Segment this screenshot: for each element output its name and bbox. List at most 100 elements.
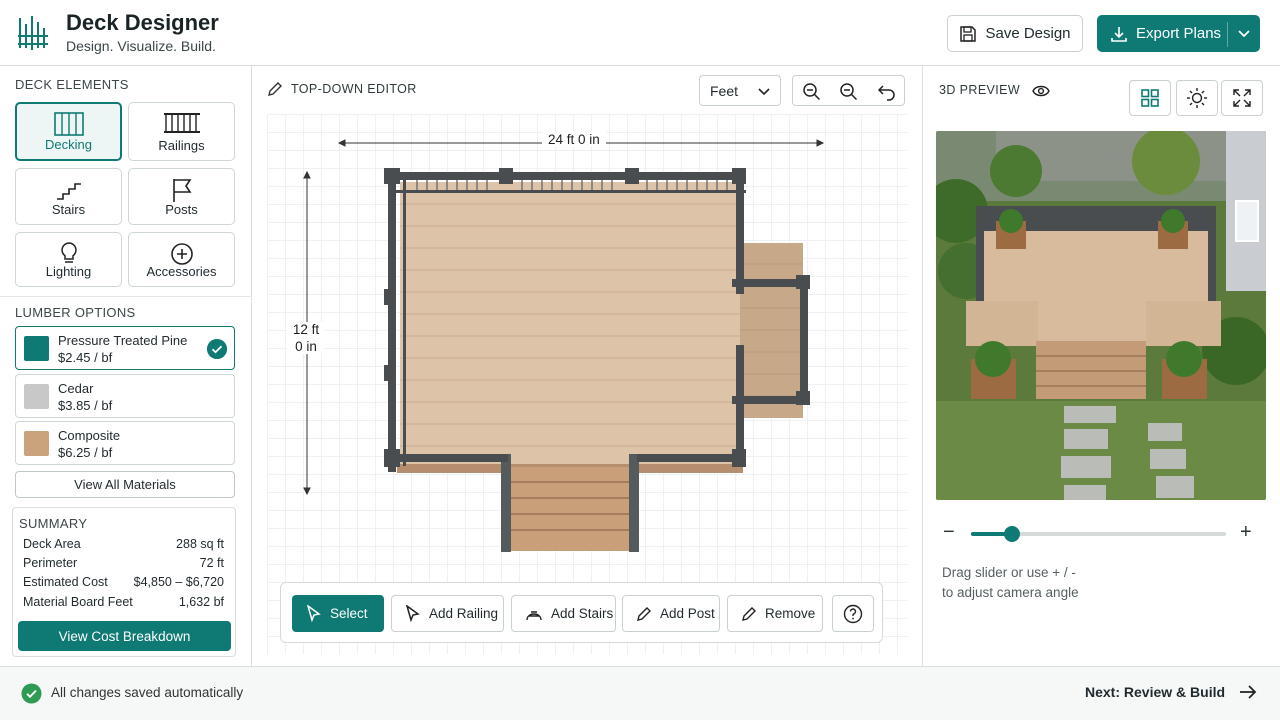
pencil-icon xyxy=(742,606,756,621)
deck-plan xyxy=(303,139,825,552)
select-tool-button[interactable]: Select xyxy=(292,595,384,632)
slider-thumb[interactable] xyxy=(1003,526,1020,542)
height-dimension-label: 12 ft 0 in xyxy=(287,322,325,354)
lightbulb-icon xyxy=(60,242,77,263)
help-icon xyxy=(843,604,863,623)
eye-icon xyxy=(1032,85,1050,96)
lighting-toggle-button[interactable] xyxy=(1176,80,1218,116)
hint-line: Drag slider or use + / - xyxy=(942,565,1076,580)
status-bar: All changes saved automatically Next: Re… xyxy=(0,666,1280,720)
grid-view-button[interactable] xyxy=(1129,80,1171,116)
export-plans-label: Export Plans xyxy=(1136,25,1222,42)
next-review-build-button[interactable]: Next: Review & Build xyxy=(1085,684,1257,700)
height-label-ft: 12 ft xyxy=(292,322,320,337)
unit-select[interactable]: Feet xyxy=(699,75,781,106)
design-canvas[interactable] xyxy=(267,114,907,654)
summary-row: Estimated Cost $4,850 – $6,720 xyxy=(23,575,224,589)
height-label-in: 0 in xyxy=(295,339,317,354)
lumber-price: $3.85 / bf xyxy=(58,398,113,413)
lumber-option-composite[interactable]: Composite $6.25 / bf xyxy=(15,421,235,465)
add-stairs-button[interactable]: Add Stairs xyxy=(511,595,616,632)
zoom-controls xyxy=(792,75,905,106)
check-circle-icon xyxy=(207,339,227,359)
pencil-icon xyxy=(637,606,651,621)
summary-row: Perimeter 72 ft xyxy=(23,556,224,570)
add-railing-button[interactable]: Add Railing xyxy=(391,595,504,632)
tool-label: Select xyxy=(330,606,368,621)
deck-elements-title: DECK ELEMENTS xyxy=(15,77,129,92)
tool-label: Add Post xyxy=(660,606,715,621)
element-accessories[interactable]: Accessories xyxy=(128,232,235,287)
lumber-price: $6.25 / bf xyxy=(58,445,113,460)
summary-row: Material Board Feet 1,632 bf xyxy=(23,595,224,609)
tool-label: Add Stairs xyxy=(551,606,614,621)
3d-preview-panel: 3D PREVIEW − + Drag slider or use + / - … xyxy=(922,66,1280,666)
fullscreen-button[interactable] xyxy=(1221,80,1263,116)
remove-button[interactable]: Remove xyxy=(727,595,823,632)
element-lighting[interactable]: Lighting xyxy=(15,232,122,287)
lumber-name: Composite xyxy=(58,428,121,443)
summary-value: 72 ft xyxy=(199,556,224,570)
element-label: Stairs xyxy=(51,202,86,217)
save-design-button[interactable]: Save Design xyxy=(947,15,1083,52)
editor-toolbar: Select Add Railing Add Stairs Add Post R… xyxy=(280,582,883,643)
download-icon xyxy=(1111,26,1127,42)
cursor-icon xyxy=(306,604,321,622)
lumber-option-cedar[interactable]: Cedar $3.85 / bf xyxy=(15,374,235,418)
stairs-icon xyxy=(56,183,81,200)
undo-icon[interactable] xyxy=(877,82,897,102)
3d-render-view[interactable] xyxy=(936,131,1266,500)
app-title: Deck Designer xyxy=(66,10,219,35)
element-decking[interactable]: Decking xyxy=(15,102,122,161)
check-circle-icon xyxy=(21,683,42,704)
editor-title: TOP-DOWN EDITOR xyxy=(291,82,417,96)
preview-title-text: 3D PREVIEW xyxy=(939,83,1021,97)
plus-circle-icon xyxy=(170,243,193,265)
unit-value: Feet xyxy=(710,82,739,99)
zoom-in-icon[interactable] xyxy=(839,82,859,102)
pencil-icon xyxy=(268,82,282,96)
top-down-editor: TOP-DOWN EDITOR Feet 24 ft 0 in 12 ft 0 … xyxy=(253,66,921,666)
summary-label: Deck Area xyxy=(23,537,81,551)
view-all-materials-button[interactable]: View All Materials xyxy=(15,471,235,498)
divider xyxy=(0,296,252,297)
export-plans-button[interactable]: Export Plans xyxy=(1097,15,1260,52)
summary-title: SUMMARY xyxy=(19,516,88,531)
left-sidebar: DECK ELEMENTS Decking Railings Stairs Po… xyxy=(0,66,252,666)
zoom-out-camera-button[interactable]: − xyxy=(943,521,955,544)
summary-row: Deck Area 288 sq ft xyxy=(23,537,224,551)
render-image xyxy=(936,131,1266,500)
color-swatch xyxy=(24,384,49,409)
zoom-in-camera-button[interactable]: + xyxy=(1240,521,1252,544)
element-label: Posts xyxy=(165,202,198,217)
summary-label: Material Board Feet xyxy=(23,595,133,609)
camera-angle-slider[interactable] xyxy=(971,526,1226,542)
save-icon xyxy=(960,25,977,42)
add-post-button[interactable]: Add Post xyxy=(622,595,720,632)
save-status-text: All changes saved automatically xyxy=(51,685,244,700)
element-label: Railings xyxy=(158,138,205,153)
element-stairs[interactable]: Stairs xyxy=(15,168,122,225)
element-railings[interactable]: Railings xyxy=(128,102,235,161)
next-label: Next: Review & Build xyxy=(1085,684,1226,700)
hint-line: to adjust camera angle xyxy=(942,585,1079,600)
lumber-name: Pressure Treated Pine xyxy=(58,333,188,348)
stairs-arc-icon xyxy=(526,610,542,620)
preview-title: 3D PREVIEW xyxy=(939,83,1050,97)
lumber-options-title: LUMBER OPTIONS xyxy=(15,305,136,320)
view-cost-breakdown-button[interactable]: View Cost Breakdown xyxy=(18,621,231,651)
app-subtitle: Design. Visualize. Build. xyxy=(66,38,216,54)
zoom-out-icon[interactable] xyxy=(802,82,822,102)
help-button[interactable] xyxy=(832,595,874,632)
expand-icon xyxy=(1233,89,1251,107)
decking-icon xyxy=(53,112,84,136)
lumber-option-pine[interactable]: Pressure Treated Pine $2.45 / bf xyxy=(15,326,235,370)
summary-value: $4,850 – $6,720 xyxy=(133,575,224,589)
flag-icon xyxy=(172,179,191,202)
chevron-down-icon[interactable] xyxy=(1237,26,1251,40)
save-design-label: Save Design xyxy=(985,25,1071,42)
sun-icon xyxy=(1187,88,1207,108)
element-posts[interactable]: Posts xyxy=(128,168,235,225)
summary-label: Perimeter xyxy=(23,556,78,570)
chevron-down-icon xyxy=(758,88,770,96)
